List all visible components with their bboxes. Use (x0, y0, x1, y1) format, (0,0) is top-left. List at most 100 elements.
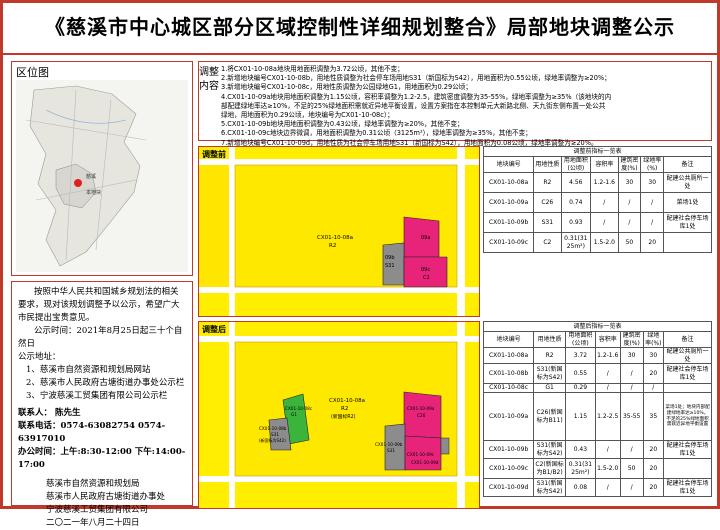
adjustment-item: 4.CX01-10-09a地块用地面积调整为1.15公顷，容积率调整为1.2-2… (221, 92, 612, 101)
column-header: 用地性质 (533, 156, 562, 173)
parcel-09a-label: 09a (421, 235, 430, 241)
table-cell: 35 (642, 392, 665, 441)
table-cell: 配建社会停车场库1处 (663, 212, 712, 233)
parcel-09c-label: 09c (421, 267, 430, 273)
map-before-drawing: CX01-10-08a R2 09a 09b S31 09c C2 (199, 147, 479, 316)
table-cell: S31(新国标为S42) (533, 478, 567, 497)
table-row: CX01-10-08a R2 4.56 1.2-1.6 30 30 配建公共厕所… (482, 172, 712, 193)
table-cell: / (619, 440, 644, 459)
table-cell: 1.2-1.6 (594, 347, 621, 364)
adjustment-item: 5.CX01-10-09b地块用地面积调整为0.43公顷，绿地率调整为≥20%，… (221, 120, 464, 129)
site-label: 本地块 (86, 189, 101, 196)
notice-period: 公示时间：2021年8月25日起三十个自然日 (18, 326, 183, 349)
table-cell: 菜场1处 (663, 192, 712, 213)
table-cell: C26 (533, 192, 562, 213)
parcel-09c-label: CX01-10-09c (407, 452, 435, 457)
adjustment-item: 绿地，用地面积为0.29公顷，地块编号为CX01-10-08c）； (221, 111, 394, 120)
parcel-09c-use: C2 (423, 275, 430, 281)
map-after-label: 调整后 (202, 325, 226, 334)
notice-panel: 按照中华人民共和国城乡规划法的相关要求，现对该规划调整予以公示，希望广大市民提出… (11, 281, 193, 528)
table-cell: C26(新国标为B11) (533, 392, 567, 441)
table-cell: CX01-10-08a (482, 347, 535, 364)
table-cell: CX01-10-08a (482, 172, 535, 193)
table-row: CX01-10-09d S31(新国标为S42) 0.08 / / 20 配建社… (482, 478, 712, 497)
parcel-09a-label: CX01-10-09a (407, 406, 435, 411)
page-title: 《慈溪市中心城区部分区域控制性详细规划整合》局部地块调整公示 (45, 15, 675, 39)
table-cell: 4.56 (560, 172, 592, 193)
adjustment-content-tag: 调整内容 (199, 67, 219, 92)
table-row: CX01-10-09c C2 0.31(3125m²) 1.5-2.0 50 2… (482, 232, 712, 253)
table-cell: / (640, 212, 665, 233)
table-row: CX01-10-09b S31(新国标为S42) 0.43 / / 20 配建社… (482, 440, 712, 459)
table-cell: 20 (642, 440, 665, 459)
map-city-label: 慈溪 (86, 173, 96, 180)
column-header: 地块编号 (482, 156, 535, 173)
table-cell: R2 (533, 347, 567, 364)
column-header: 地块编号 (482, 331, 535, 348)
location-label: 区位图 (16, 66, 49, 79)
map-after: 调整后 CX01-10-08a R2 (新国标R2) CX01-10-08c G… (198, 321, 480, 509)
table-cell: 0.31(3125m²) (560, 232, 592, 253)
parcel-09b-label: 09b (385, 255, 395, 261)
adjustment-list: 1.将CX01-10-08a地块用地面积调整为3.72公顷，其他不变； 2.新增… (221, 65, 709, 148)
parcel-09d-label: CX01-10-09d (411, 460, 439, 465)
column-header: 容积率 (594, 331, 621, 348)
table-cell: CX01-10-08b (482, 363, 535, 384)
table-cell: 20 (642, 363, 665, 384)
table-cell: 配建社会停车场库1处 (663, 478, 712, 497)
table-cell: / (617, 192, 642, 213)
signer-1: 慈溪市自然资源和规划局 (46, 479, 140, 489)
table-cell: 20 (642, 478, 665, 497)
adjustment-item: 3.新增地块编号CX01-10-08c，用地性质调整为公园绿地G1，用地面积为0… (221, 83, 472, 92)
table-cell: 1.2-2.5 (594, 392, 621, 441)
column-header: 建筑密度(%) (619, 331, 644, 348)
table-cell: 配建公共厕所一处 (663, 347, 712, 364)
table-cell: 50 (619, 458, 644, 479)
table-row: CX01-10-09b S31 0.93 / / / 配建社会停车场库1处 (482, 212, 712, 233)
column-header: 绿地率(%) (640, 156, 665, 173)
table-cell: 配建社会停车场库1处 (663, 440, 712, 459)
table-cell: 1.5-2.0 (590, 232, 619, 253)
map-before-label: 调整前 (202, 150, 226, 159)
table-cell: 1.5-2.0 (594, 458, 621, 479)
table-cell: 配建社会停车场库1处 (663, 363, 712, 384)
table-row: CX01-10-08c G1 0.29 / / / (482, 383, 712, 393)
adjustment-item: 2.新增地块编号CX01-10-08b，用地性质调整为社会停车场用地S31（新国… (221, 74, 611, 83)
table-cell: CX01-10-09b (482, 440, 535, 459)
table-cell: 0.29 (565, 383, 596, 393)
notice-place-3: 3、宁波慈溪工贸集团有限公司公示栏 (26, 391, 168, 401)
contact-phone: 联系电话：0574-63082754 0574-63917010 (18, 421, 166, 444)
table-header-row: 地块编号 用地性质 用地面积(公顷) 容积率 建筑密度(%) 绿地率(%) 备注 (482, 331, 712, 348)
table-cell: CX01-10-08c (482, 383, 535, 393)
column-header: 建筑密度(%) (617, 156, 642, 173)
parcel-08c-use: G1 (291, 412, 297, 417)
adjustment-item: 6.CX01-10-09c地块边界微调，用地面积调整为0.31公顷（3125m²… (221, 129, 532, 138)
table-cell: / (619, 478, 644, 497)
table-cell: C2(新国标为B1/B2) (533, 458, 567, 479)
table-cell: G1 (533, 383, 567, 393)
column-header: 用地性质 (533, 331, 567, 348)
column-header: 用地面积(公顷) (560, 156, 592, 173)
table-cell: / (640, 192, 665, 213)
title-divider (3, 53, 717, 55)
parcel-09d (440, 437, 450, 455)
adjustment-item: 部配建绿地率达≥10%，不足的25%绿地面积需就近异地平衡设置，设置方案指在本控… (221, 101, 606, 110)
contact-person: 联系人： 陈先生 (18, 408, 81, 418)
table-before-grid: 地块编号 用地性质 用地面积(公顷) 容积率 建筑密度(%) 绿地率(%) 备注… (482, 156, 712, 253)
table-cell: CX01-10-09c (482, 232, 535, 253)
table-cell: 0.93 (560, 212, 592, 233)
map-before: 调整前 CX01-10-08a R2 09a 09b S31 09c C2 (198, 146, 480, 317)
column-header: 绿地率(%) (642, 331, 665, 348)
parcel-main-note: (新国标R2) (331, 413, 356, 420)
table-cell: / (590, 212, 619, 233)
table-cell: / (617, 212, 642, 233)
table-cell: 3.72 (565, 347, 596, 364)
table-cell: 50 (617, 232, 642, 253)
table-cell: CX01-10-09a (482, 392, 535, 441)
table-cell: / (594, 478, 621, 497)
table-cell: CX01-10-09b (482, 212, 535, 233)
table-cell: 菜场1处；地块内部配建绿地率达≥10%，不足的25%绿地面积需就近异地平衡设置 (663, 392, 712, 441)
parcel-09b-label: CX01-10-09b (375, 442, 403, 447)
table-after-grid: 地块编号 用地性质 用地面积(公顷) 容积率 建筑密度(%) 绿地率(%) 备注… (482, 331, 712, 497)
table-cell: C2 (533, 232, 562, 253)
